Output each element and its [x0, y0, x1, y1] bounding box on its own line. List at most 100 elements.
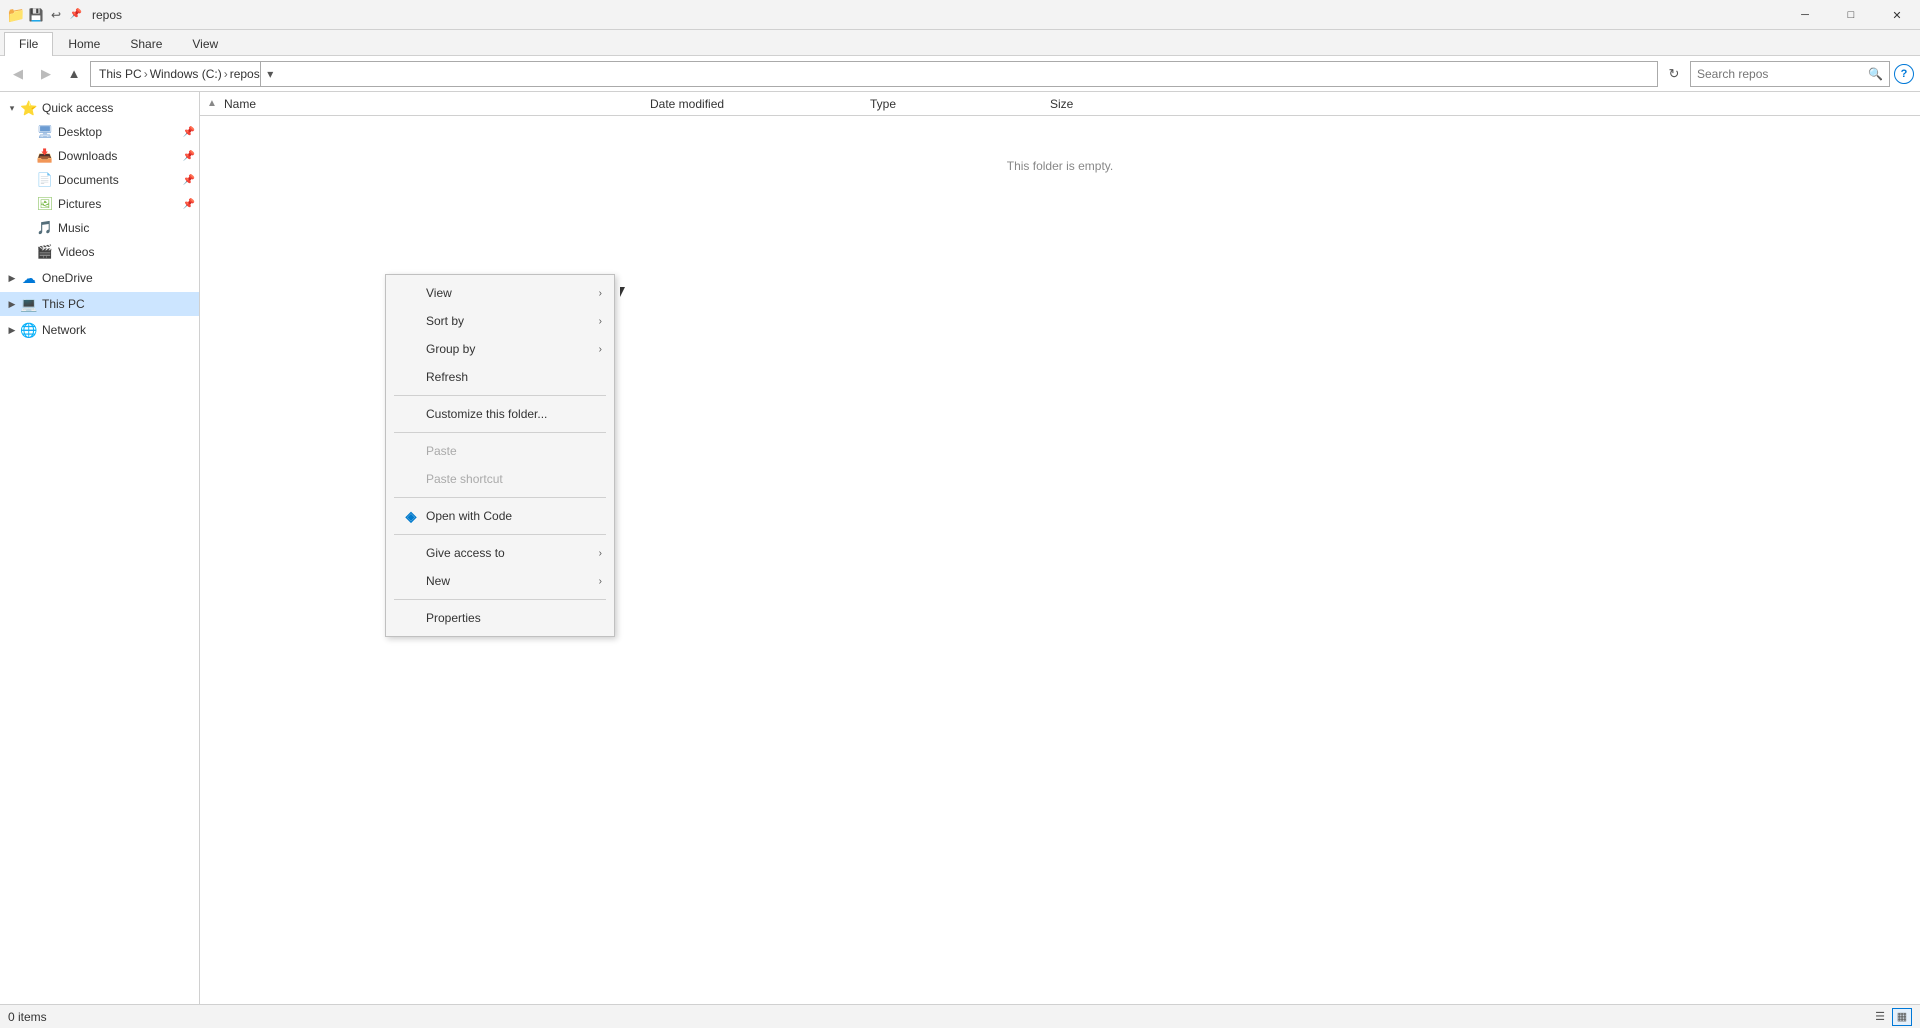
give-access-arrow-icon: › [599, 548, 602, 559]
column-date-modified[interactable]: Date modified [650, 97, 870, 111]
tab-view[interactable]: View [177, 32, 233, 55]
sortby-arrow-icon: › [599, 316, 602, 327]
downloads-icon: 📥 [36, 147, 54, 165]
title-bar-icons: 📁 💾 ↩ 📌 [8, 7, 84, 23]
column-header: ▲ Name Date modified Type Size [200, 92, 1920, 116]
music-label: Music [58, 221, 89, 235]
tab-home[interactable]: Home [53, 32, 115, 55]
customize-icon [402, 405, 420, 423]
status-item-count: 0 items [8, 1010, 47, 1024]
ctx-item-properties[interactable]: Properties [386, 604, 614, 632]
path-windows-c[interactable]: Windows (C:) [150, 67, 222, 81]
help-button[interactable]: ? [1894, 64, 1914, 84]
ctx-label-open-with-code: Open with Code [426, 509, 602, 523]
column-name[interactable]: Name [220, 97, 650, 111]
ctx-separator-2 [394, 432, 606, 433]
sidebar-item-documents[interactable]: 📄 Documents 📌 [0, 168, 199, 192]
path-repos[interactable]: repos [230, 67, 260, 81]
status-view-buttons: ☰ ▦ [1870, 1008, 1912, 1026]
column-type[interactable]: Type [870, 97, 1050, 111]
back-button[interactable]: ◀ [6, 62, 30, 86]
quickaccess-label: Quick access [42, 101, 113, 115]
context-menu: View › Sort by › Group by › Refresh Cust… [385, 274, 615, 637]
ctx-label-customize: Customize this folder... [426, 407, 602, 421]
sidebar-header-onedrive[interactable]: ▶ ☁ OneDrive [0, 266, 199, 290]
ctx-separator-4 [394, 534, 606, 535]
sidebar-item-pictures[interactable]: 🖼 Pictures 📌 [0, 192, 199, 216]
ctx-label-paste: Paste [426, 444, 602, 458]
status-details-view-button[interactable]: ▦ [1892, 1008, 1912, 1026]
music-icon: 🎵 [36, 219, 54, 237]
ctx-item-paste[interactable]: Paste [386, 437, 614, 465]
sidebar-item-desktop[interactable]: 🖥 Desktop 📌 [0, 120, 199, 144]
view-icon [402, 284, 420, 302]
minimize-button[interactable]: ─ [1782, 0, 1828, 30]
search-icon: 🔍 [1868, 67, 1883, 81]
sidebar-section-network: ▶ 🌐 Network [0, 318, 199, 342]
refresh-button[interactable]: ↻ [1662, 62, 1686, 86]
pictures-label: Pictures [58, 197, 101, 211]
documents-label: Documents [58, 173, 119, 187]
sidebar-item-downloads[interactable]: 📥 Downloads 📌 [0, 144, 199, 168]
paste-shortcut-icon [402, 470, 420, 488]
pin-icon[interactable]: 📌 [68, 7, 84, 23]
status-list-view-button[interactable]: ☰ [1870, 1008, 1890, 1026]
forward-button[interactable]: ▶ [34, 62, 58, 86]
thispc-label: This PC [42, 297, 85, 311]
search-box[interactable]: 🔍 [1690, 61, 1890, 87]
address-path[interactable]: This PC › Windows (C:) › repos ▾ [90, 61, 1658, 87]
sidebar-item-videos[interactable]: 🎬 Videos [0, 240, 199, 264]
undo-icon[interactable]: ↩ [48, 7, 64, 23]
title-bar-title: repos [92, 8, 122, 22]
column-size[interactable]: Size [1050, 97, 1180, 111]
main-layout: ▾ ⭐ Quick access 🖥 Desktop 📌 📥 Downloads… [0, 92, 1920, 1004]
vscode-icon: ◈ [402, 507, 420, 525]
title-bar-controls: ─ □ ✕ [1782, 0, 1920, 30]
ctx-item-open-with-code[interactable]: ◈ Open with Code [386, 502, 614, 530]
view-arrow-icon: › [599, 288, 602, 299]
ctx-item-customize[interactable]: Customize this folder... [386, 400, 614, 428]
onedrive-icon: ☁ [20, 269, 38, 287]
save-icon[interactable]: 💾 [28, 7, 44, 23]
quickaccess-icon: ⭐ [20, 99, 38, 117]
sidebar-header-network[interactable]: ▶ 🌐 Network [0, 318, 199, 342]
thispc-expand-icon: ▶ [4, 296, 20, 312]
ctx-item-sortby[interactable]: Sort by › [386, 307, 614, 335]
address-dropdown[interactable]: ▾ [260, 61, 280, 87]
tab-file[interactable]: File [4, 32, 53, 56]
ctx-item-new[interactable]: New › [386, 567, 614, 595]
sortby-icon [402, 312, 420, 330]
sidebar-header-thispc[interactable]: ▶ 💻 This PC [0, 292, 199, 316]
ctx-item-groupby[interactable]: Group by › [386, 335, 614, 363]
new-arrow-icon: › [599, 576, 602, 587]
restore-button[interactable]: □ [1828, 0, 1874, 30]
close-button[interactable]: ✕ [1874, 0, 1920, 30]
onedrive-expand-icon: ▶ [4, 270, 20, 286]
groupby-arrow-icon: › [599, 344, 602, 355]
search-input[interactable] [1697, 67, 1868, 81]
ctx-separator-1 [394, 395, 606, 396]
tab-share[interactable]: Share [115, 32, 177, 55]
ctx-item-paste-shortcut[interactable]: Paste shortcut [386, 465, 614, 493]
content-area: ▲ Name Date modified Type Size This fold… [200, 92, 1920, 1004]
ctx-item-refresh[interactable]: Refresh [386, 363, 614, 391]
ctx-label-groupby: Group by [426, 342, 599, 356]
empty-message: This folder is empty. [200, 116, 1920, 216]
sidebar-header-quickaccess[interactable]: ▾ ⭐ Quick access [0, 96, 199, 120]
up-button[interactable]: ▲ [62, 62, 86, 86]
ctx-label-paste-shortcut: Paste shortcut [426, 472, 602, 486]
ctx-item-view[interactable]: View › [386, 279, 614, 307]
ctx-separator-3 [394, 497, 606, 498]
path-sep-2: › [224, 67, 228, 81]
sidebar-item-music[interactable]: 🎵 Music [0, 216, 199, 240]
onedrive-label: OneDrive [42, 271, 93, 285]
documents-icon: 📄 [36, 171, 54, 189]
sidebar-section-quickaccess: ▾ ⭐ Quick access 🖥 Desktop 📌 📥 Downloads… [0, 96, 199, 264]
ctx-label-give-access: Give access to [426, 546, 599, 560]
network-icon: 🌐 [20, 321, 38, 339]
sort-up-button[interactable]: ▲ [204, 96, 220, 112]
path-this-pc[interactable]: This PC [99, 67, 142, 81]
status-bar: 0 items ☰ ▦ [0, 1004, 1920, 1028]
ctx-item-give-access[interactable]: Give access to › [386, 539, 614, 567]
ctx-label-view: View [426, 286, 599, 300]
